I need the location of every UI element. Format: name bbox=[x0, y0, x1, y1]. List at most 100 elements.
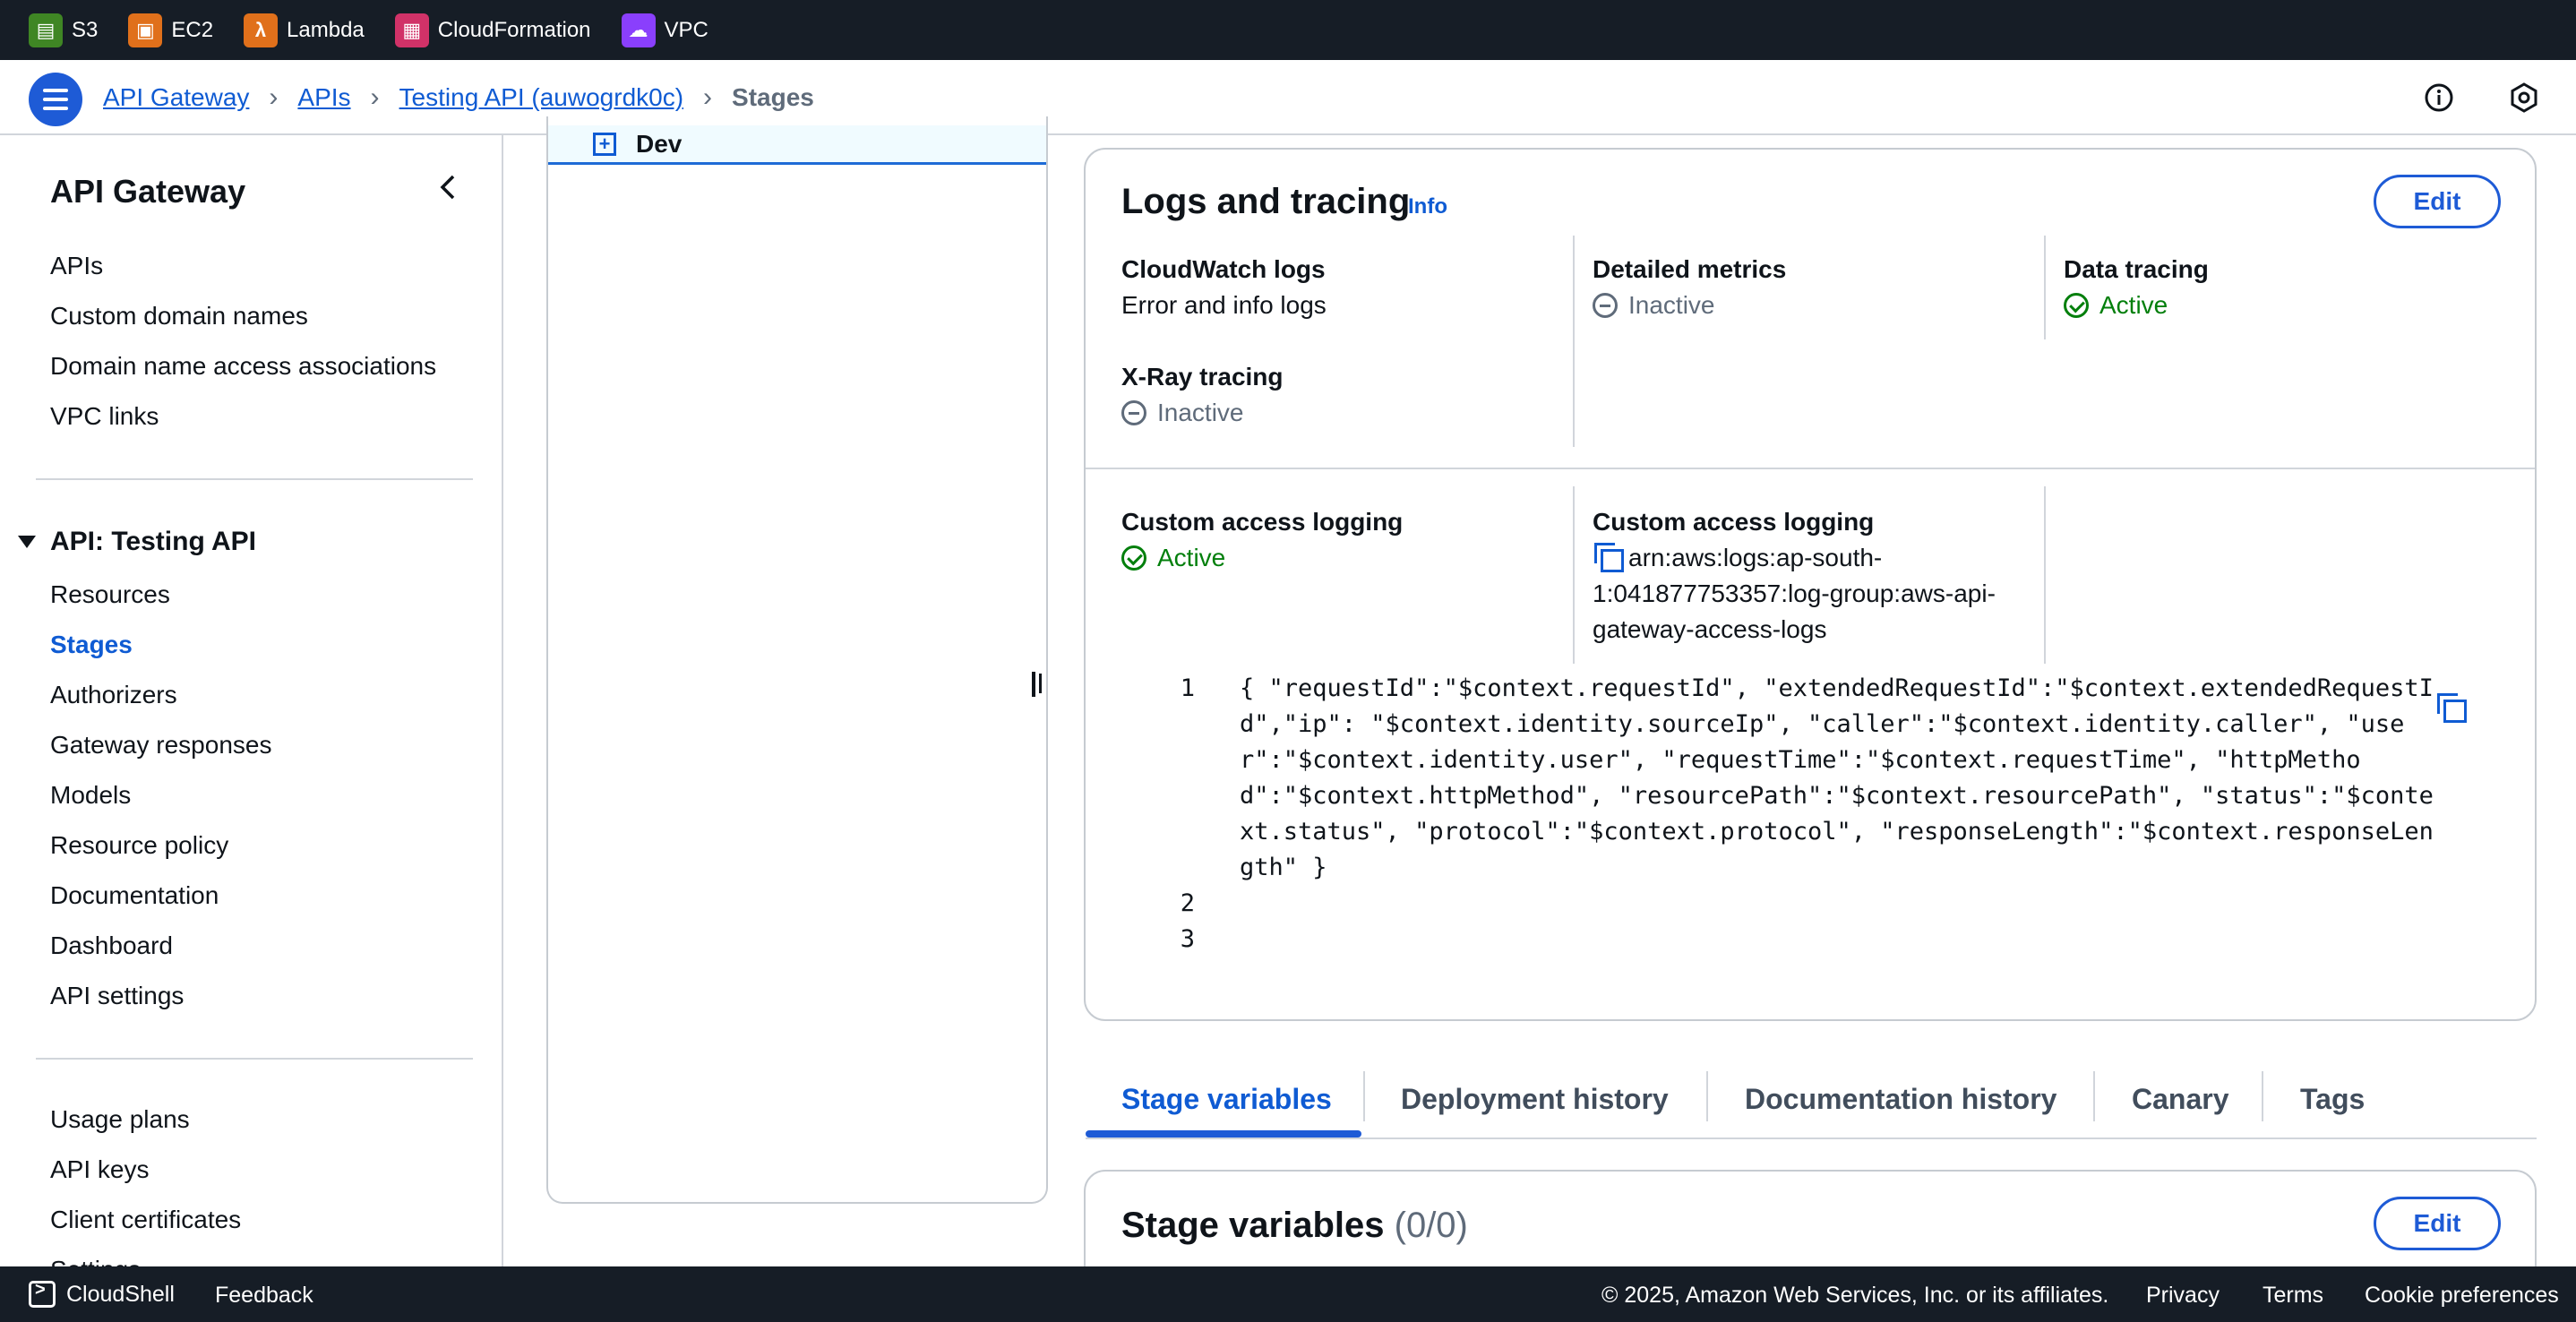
nav-item-vpc-links[interactable]: VPC links bbox=[50, 402, 159, 431]
nav-item-authorizers[interactable]: Authorizers bbox=[50, 681, 177, 709]
info-circle-icon[interactable] bbox=[2422, 81, 2456, 115]
tab-stage-variables[interactable]: Stage variables bbox=[1121, 1068, 1332, 1130]
panel-resize-handle-grip[interactable] bbox=[1039, 674, 1042, 693]
column-divider bbox=[1573, 236, 1575, 447]
nav-item-api-keys[interactable]: API keys bbox=[50, 1155, 149, 1184]
access-log-arn: arn:aws:logs:ap-south-1:041877753357:log… bbox=[1593, 540, 2031, 648]
line-number: 3 bbox=[1180, 925, 1195, 953]
copy-code-icon[interactable] bbox=[2435, 691, 2467, 723]
detailed-metrics-value: Inactive bbox=[1593, 291, 1715, 320]
status-inactive-icon bbox=[1593, 293, 1618, 318]
access-log-format-code: 1 { "requestId":"$context.requestId", "e… bbox=[1130, 671, 2510, 957]
service-lambda[interactable]: λ Lambda bbox=[244, 13, 365, 47]
tab-tags[interactable]: Tags bbox=[2300, 1068, 2365, 1130]
ec2-icon: ▣ bbox=[128, 13, 163, 47]
status-inactive-icon bbox=[1121, 400, 1146, 425]
detailed-metrics-text: Inactive bbox=[1628, 291, 1715, 319]
tab-documentation-history[interactable]: Documentation history bbox=[1745, 1068, 2057, 1130]
service-bar: ▤ S3 ▣ EC2 λ Lambda ▦ CloudFormation ☁ V… bbox=[0, 0, 2576, 60]
tree-item-dev[interactable]: + Dev bbox=[548, 125, 1046, 165]
nav-item-dashboard[interactable]: Dashboard bbox=[50, 931, 173, 960]
section-divider bbox=[1086, 468, 2535, 469]
status-active-icon bbox=[2064, 293, 2089, 318]
stage-variables-edit-button[interactable]: Edit bbox=[2374, 1197, 2501, 1250]
service-vpc[interactable]: ☁ VPC bbox=[621, 13, 708, 47]
privacy-link[interactable]: Privacy bbox=[2146, 1283, 2220, 1309]
xray-tracing-value: Inactive bbox=[1121, 399, 1244, 427]
nav-item-settings[interactable]: Settings bbox=[50, 1256, 141, 1266]
stage-variables-title-text: Stage variables bbox=[1121, 1206, 1385, 1245]
xray-tracing-text: Inactive bbox=[1157, 399, 1244, 426]
nav-section-api[interactable]: API: Testing API bbox=[18, 527, 256, 557]
hamburger-icon bbox=[43, 98, 68, 101]
cloudshell-icon bbox=[29, 1280, 56, 1308]
tab-separator bbox=[2262, 1071, 2263, 1121]
tab-canary[interactable]: Canary bbox=[2132, 1068, 2229, 1130]
caret-down-icon bbox=[18, 536, 36, 548]
cloudwatch-logs-text: Error and info logs bbox=[1121, 291, 1327, 319]
chevron-right-icon: › bbox=[703, 82, 713, 112]
terms-link[interactable]: Terms bbox=[2263, 1283, 2323, 1309]
breadcrumb-current: Stages bbox=[732, 83, 814, 111]
nav-item-stages[interactable]: Stages bbox=[50, 631, 133, 659]
code-line: 1 { "requestId":"$context.requestId", "e… bbox=[1130, 671, 2510, 886]
breadcrumb-testing-api[interactable]: Testing API (auwogrdk0c) bbox=[399, 83, 684, 112]
panel-resize-handle[interactable] bbox=[1032, 672, 1035, 697]
status-active-icon bbox=[1121, 545, 1146, 571]
breadcrumb-bar: API Gateway › APIs › Testing API (auwogr… bbox=[0, 60, 2576, 135]
service-s3[interactable]: ▤ S3 bbox=[29, 13, 98, 47]
nav-item-custom-domain-names[interactable]: Custom domain names bbox=[50, 302, 308, 330]
cookie-preferences-link[interactable]: Cookie preferences bbox=[2365, 1283, 2559, 1309]
breadcrumb-apis[interactable]: APIs bbox=[297, 83, 350, 112]
chevron-right-icon: › bbox=[269, 82, 279, 112]
hamburger-icon bbox=[43, 89, 68, 92]
nav-item-resource-policy[interactable]: Resource policy bbox=[50, 831, 228, 860]
chevron-right-icon: › bbox=[370, 82, 380, 112]
logs-tracing-card: Logs and tracing Info Edit CloudWatch lo… bbox=[1084, 148, 2537, 1021]
service-ec2[interactable]: ▣ EC2 bbox=[128, 13, 213, 47]
nav-section-label: API: Testing API bbox=[50, 527, 257, 556]
cloudwatch-logs-label: CloudWatch logs bbox=[1121, 255, 1326, 283]
nav-item-models[interactable]: Models bbox=[50, 781, 131, 810]
access-log-arn-text: arn:aws:logs:ap-south-1:041877753357:log… bbox=[1593, 544, 1996, 643]
stage-variables-count: (0/0) bbox=[1394, 1206, 1468, 1245]
cloudformation-icon: ▦ bbox=[394, 13, 429, 47]
nav-item-api-settings[interactable]: API settings bbox=[50, 982, 184, 1010]
cloudshell-button[interactable]: CloudShell bbox=[29, 1280, 175, 1308]
custom-access-logging-arn-label: Custom access logging bbox=[1593, 508, 1875, 536]
vpc-icon: ☁ bbox=[621, 13, 656, 47]
copy-icon[interactable] bbox=[1593, 541, 1624, 572]
tab-deployment-history[interactable]: Deployment history bbox=[1401, 1068, 1669, 1130]
data-tracing-value: Active bbox=[2064, 291, 2168, 320]
column-divider bbox=[2044, 236, 2046, 339]
chevron-left-icon[interactable] bbox=[432, 171, 464, 203]
s3-icon: ▤ bbox=[29, 13, 63, 47]
feedback-link[interactable]: Feedback bbox=[215, 1283, 313, 1309]
lambda-icon: λ bbox=[244, 13, 279, 47]
nav-divider bbox=[36, 1058, 473, 1060]
line-number: 1 bbox=[1180, 674, 1195, 702]
service-label: S3 bbox=[72, 17, 99, 42]
side-navigation: API Gateway APIs Custom domain names Dom… bbox=[0, 135, 503, 1266]
data-tracing-label: Data tracing bbox=[2064, 255, 2209, 283]
nav-item-client-certificates[interactable]: Client certificates bbox=[50, 1206, 241, 1234]
nav-item-documentation[interactable]: Documentation bbox=[50, 881, 219, 910]
logs-edit-button[interactable]: Edit bbox=[2374, 175, 2501, 228]
menu-button[interactable] bbox=[29, 73, 82, 126]
stage-tabs: Stage variables Deployment history Docum… bbox=[1086, 1068, 2537, 1139]
settings-hexagon-icon[interactable] bbox=[2507, 81, 2541, 115]
nav-item-apis[interactable]: APIs bbox=[50, 252, 103, 280]
service-label: VPC bbox=[664, 17, 708, 42]
nav-item-usage-plans[interactable]: Usage plans bbox=[50, 1105, 190, 1134]
nav-item-gateway-responses[interactable]: Gateway responses bbox=[50, 731, 271, 760]
service-cloudformation[interactable]: ▦ CloudFormation bbox=[394, 13, 591, 47]
nav-item-resources[interactable]: Resources bbox=[50, 580, 170, 609]
breadcrumb-api-gateway[interactable]: API Gateway bbox=[103, 83, 249, 112]
custom-access-logging-label: Custom access logging bbox=[1121, 508, 1404, 536]
info-link[interactable]: Info bbox=[1408, 194, 1447, 219]
expand-plus-icon[interactable]: + bbox=[593, 132, 616, 156]
nav-item-domain-name-access[interactable]: Domain name access associations bbox=[50, 352, 436, 381]
column-divider bbox=[1573, 486, 1575, 664]
